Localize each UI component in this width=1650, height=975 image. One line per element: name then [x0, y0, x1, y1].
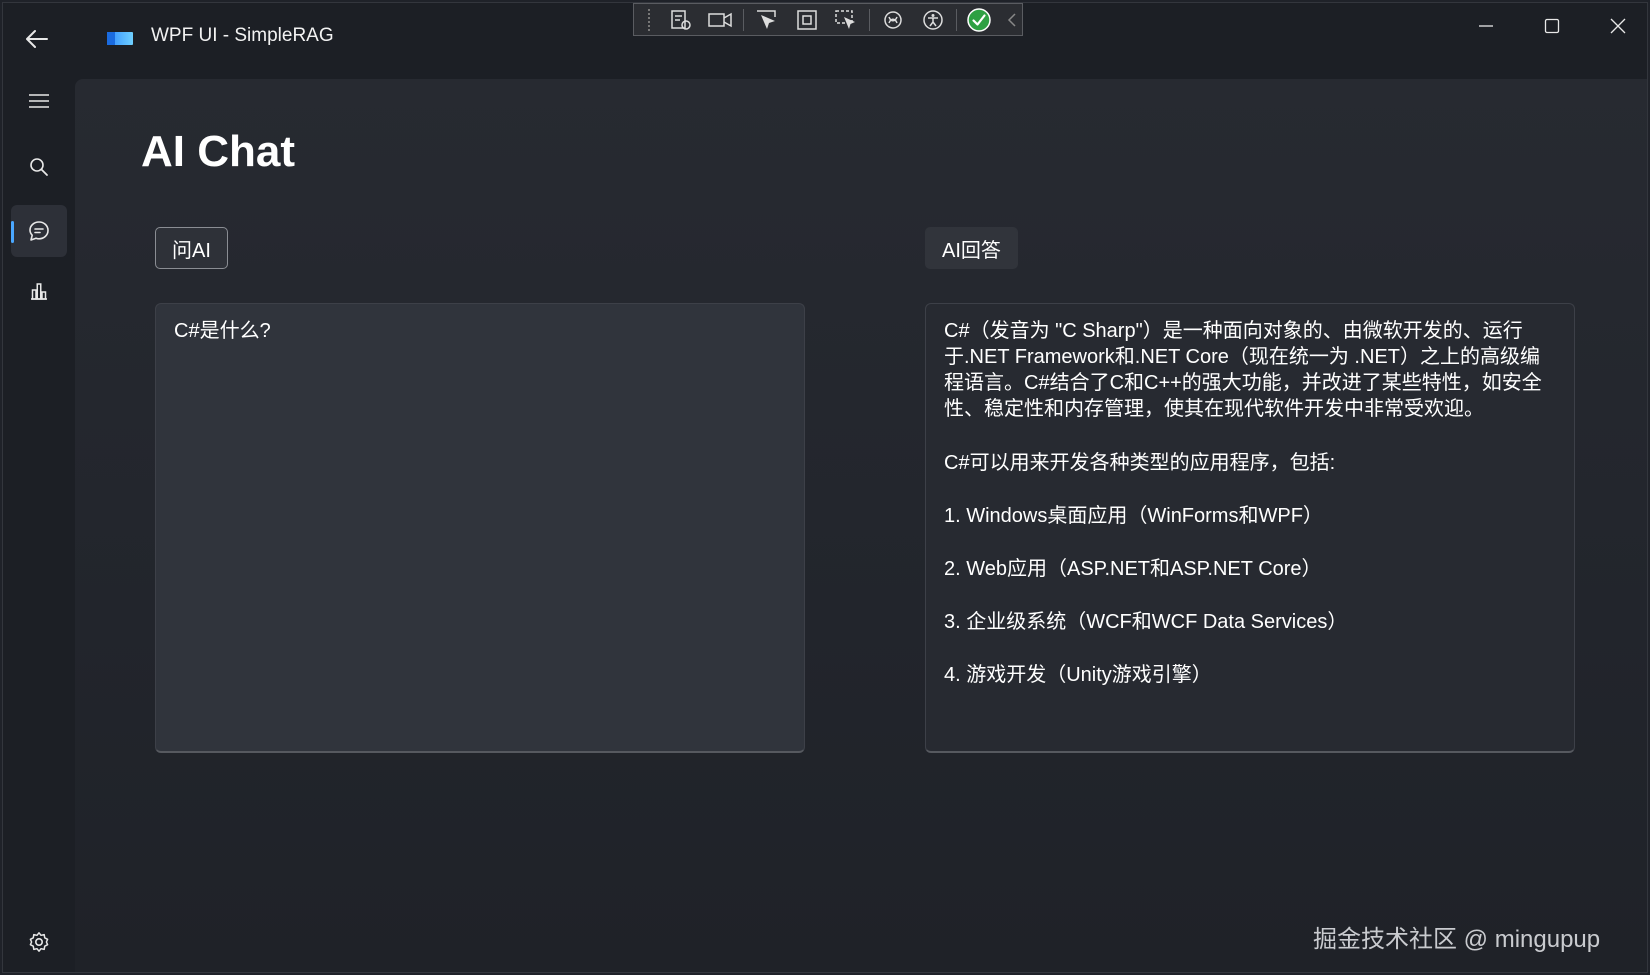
nav-item-charts[interactable] [11, 265, 67, 317]
back-button[interactable] [17, 21, 57, 57]
accessibility-button[interactable] [916, 6, 950, 34]
gear-icon [29, 932, 49, 952]
nav-item-search[interactable] [11, 141, 67, 193]
answer-list-item: 3. 企业级系统（WCF和WCF Data Services） [944, 611, 1348, 633]
maximize-icon [1544, 18, 1560, 34]
answer-list-item: 2. Web应用（ASP.NET和ASP.NET Core） [944, 558, 1322, 580]
check-circle-icon [967, 7, 992, 32]
toolbar-grip[interactable] [648, 8, 654, 31]
answer-output[interactable]: C#（发音为 "C Sharp"）是一种面向对象的、由微软开发的、运行于.NET… [925, 303, 1575, 753]
menu-toggle-button[interactable] [11, 75, 67, 127]
close-icon [1610, 18, 1626, 34]
video-camera-icon [708, 12, 733, 27]
select-element-button[interactable] [750, 6, 784, 34]
answer-list-item: 4. 游戏开发（Unity游戏引擎） [944, 664, 1212, 686]
back-arrow-icon [26, 30, 48, 48]
toolbar-separator [869, 8, 871, 31]
chevron-left-icon [1007, 12, 1016, 27]
ask-ai-button[interactable]: 问AI [155, 227, 228, 269]
layout-adorner-icon [796, 9, 817, 30]
bar-chart-icon [31, 283, 47, 300]
app-logo-icon [107, 32, 133, 45]
hot-reload-icon [884, 10, 902, 29]
collapse-toolbar-button[interactable] [1002, 6, 1022, 34]
maximize-button[interactable] [1519, 3, 1585, 49]
active-indicator [11, 221, 14, 243]
live-visual-tree-icon [671, 9, 691, 30]
ai-answer-button[interactable]: AI回答 [925, 227, 1018, 269]
hot-reload-button[interactable] [876, 6, 910, 34]
track-focus-button[interactable] [830, 6, 864, 34]
status-ok-button[interactable] [963, 6, 997, 34]
display-layout-button[interactable] [790, 6, 824, 34]
live-tree-button[interactable] [664, 6, 698, 34]
window-title: WPF UI - SimpleRAG [151, 25, 334, 46]
toolbar-separator [743, 8, 745, 31]
record-button[interactable] [704, 6, 738, 34]
close-button[interactable] [1585, 3, 1647, 49]
chat-bubble-icon [29, 221, 49, 241]
title-bar: WPF UI - SimpleRAG [3, 3, 1647, 75]
minimize-icon [1479, 25, 1493, 27]
hamburger-menu-icon [29, 94, 49, 108]
answer-paragraph: C#（发音为 "C Sharp"）是一种面向对象的、由微软开发的、运行于.NET… [944, 320, 1542, 420]
question-input[interactable]: C#是什么? [155, 303, 805, 753]
nav-item-ai-chat[interactable] [11, 205, 67, 257]
page-title: AI Chat [141, 127, 295, 176]
settings-button[interactable] [11, 921, 67, 963]
app-window: WPF UI - SimpleRAG AI Chat 问AI AI回答 C#是什… [2, 2, 1648, 973]
content-area: AI Chat 问AI AI回答 C#是什么? C#（发音为 "C Sharp"… [75, 79, 1647, 972]
select-element-icon [757, 9, 776, 29]
question-text: C#是什么? [174, 320, 271, 342]
search-icon [30, 158, 48, 176]
accessibility-icon [922, 9, 943, 30]
navigation-rail [3, 75, 73, 972]
track-focus-icon [835, 9, 856, 29]
debug-toolbar [633, 3, 1023, 36]
answer-list-item: 1. Windows桌面应用（WinForms和WPF） [944, 505, 1323, 527]
answer-paragraph: C#可以用来开发各种类型的应用程序，包括: [944, 452, 1336, 474]
watermark-text: 掘金技术社区 @ mingupup [1313, 926, 1601, 953]
toolbar-separator [955, 8, 957, 31]
minimize-button[interactable] [1453, 3, 1519, 49]
